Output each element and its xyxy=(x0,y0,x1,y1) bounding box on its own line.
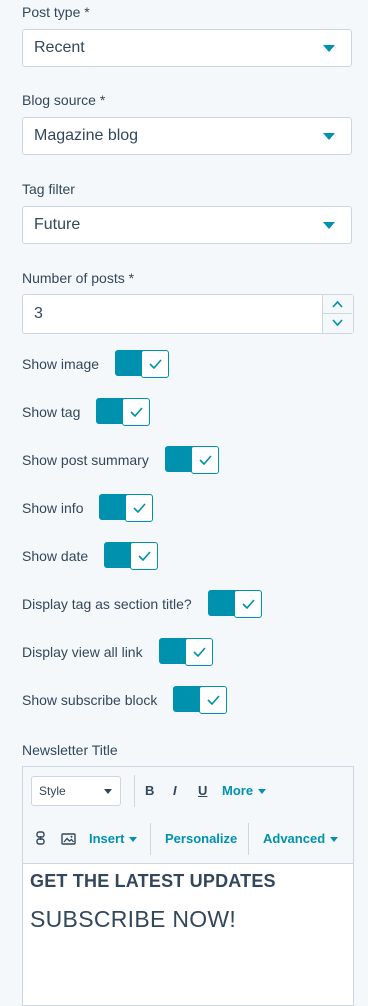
checkmark-icon xyxy=(242,599,255,609)
show-info-label: Show info xyxy=(22,500,84,516)
chevron-down-icon xyxy=(332,319,343,327)
advanced-label: Advanced xyxy=(263,831,326,846)
toggle-knob xyxy=(125,494,154,522)
underline-button[interactable]: U xyxy=(198,783,207,798)
rich-text-editor: Style B I U More Insert Personalize Adva… xyxy=(22,766,354,1006)
checkmark-icon xyxy=(207,695,221,705)
toggle-row-show-post-summary: Show post summary xyxy=(22,446,219,474)
bold-button[interactable]: B xyxy=(145,783,154,798)
more-menu[interactable]: More xyxy=(222,783,267,798)
toggle-row-show-info: Show info xyxy=(22,494,154,522)
show-subscribe-block-toggle[interactable] xyxy=(173,686,228,714)
insert-label: Insert xyxy=(89,831,125,846)
tag-filter-select[interactable]: Future xyxy=(22,206,352,244)
chevron-down-icon xyxy=(323,133,335,140)
decrement-button[interactable] xyxy=(323,314,352,333)
post-type-select[interactable]: Recent xyxy=(22,29,352,67)
checkmark-icon xyxy=(199,455,212,465)
toggle-row-show-date: Show date xyxy=(22,542,159,570)
advanced-menu[interactable]: Advanced xyxy=(263,831,339,846)
more-label: More xyxy=(222,783,254,798)
style-select-value: Style xyxy=(39,784,66,798)
checkmark-icon xyxy=(130,407,143,417)
toggle-knob xyxy=(199,686,228,714)
show-subscribe-block-label: Show subscribe block xyxy=(22,692,158,708)
toggle-row-display-tag-as-section-title: Display tag as section title? xyxy=(22,590,262,618)
personalize-button[interactable]: Personalize xyxy=(165,831,237,846)
post-type-label: Post type * xyxy=(22,4,90,20)
chevron-down-icon xyxy=(129,837,138,843)
number-of-posts-input[interactable]: 3 xyxy=(22,294,354,334)
show-date-toggle[interactable] xyxy=(104,542,159,570)
link-icon[interactable] xyxy=(36,831,45,850)
toggle-row-show-tag: Show tag xyxy=(22,398,151,426)
increment-button[interactable] xyxy=(323,295,352,314)
italic-button[interactable]: I xyxy=(173,783,177,798)
insert-menu[interactable]: Insert xyxy=(89,831,138,846)
blog-source-value: Magazine blog xyxy=(34,127,139,144)
tag-filter-value: Future xyxy=(34,216,81,233)
toggle-knob xyxy=(122,398,151,426)
tag-filter-label: Tag filter xyxy=(22,181,75,197)
blog-source-label: Blog source * xyxy=(22,92,106,108)
show-image-label: Show image xyxy=(22,356,100,372)
chevron-up-icon xyxy=(332,300,343,308)
chevron-down-icon xyxy=(330,837,339,843)
toggle-row-display-view-all-link: Display view all link xyxy=(22,638,213,666)
blog-source-select[interactable]: Magazine blog xyxy=(22,117,352,155)
toggle-row-show-subscribe-block: Show subscribe block xyxy=(22,686,228,714)
chevron-down-icon xyxy=(323,222,335,229)
newsletter-heading: GET THE LATEST UPDATES xyxy=(30,871,276,891)
editor-content[interactable]: GET THE LATEST UPDATES SUBSCRIBE NOW! xyxy=(30,871,348,933)
checkmark-icon xyxy=(149,359,162,369)
toggle-row-show-image: Show image xyxy=(22,350,170,378)
show-date-label: Show date xyxy=(22,548,89,564)
show-image-toggle[interactable] xyxy=(115,350,170,378)
chevron-down-icon xyxy=(258,789,267,795)
show-info-toggle[interactable] xyxy=(99,494,154,522)
display-tag-as-section-title-toggle[interactable] xyxy=(207,590,262,618)
image-icon[interactable] xyxy=(61,832,76,850)
number-of-posts-value: 3 xyxy=(34,305,43,322)
show-post-summary-toggle[interactable] xyxy=(164,446,219,474)
checkmark-icon xyxy=(193,647,206,657)
toggle-knob xyxy=(141,350,170,378)
toggle-knob xyxy=(184,638,213,666)
toggle-knob xyxy=(233,590,262,618)
editor-toolbar: Style B I U More Insert Personalize Adva… xyxy=(23,767,353,864)
post-type-value: Recent xyxy=(34,39,85,56)
toolbar-divider xyxy=(150,823,151,855)
show-post-summary-label: Show post summary xyxy=(22,452,149,468)
show-tag-label: Show tag xyxy=(22,404,81,420)
newsletter-subheading: SUBSCRIBE NOW! xyxy=(30,906,237,932)
display-tag-as-section-title-label: Display tag as section title? xyxy=(22,596,192,612)
chevron-down-icon xyxy=(104,789,112,794)
toolbar-divider xyxy=(134,775,135,807)
number-of-posts-label: Number of posts * xyxy=(22,270,135,286)
toggle-knob xyxy=(190,446,219,474)
checkmark-icon xyxy=(133,503,147,513)
display-view-all-link-toggle[interactable] xyxy=(158,638,213,666)
toolbar-divider xyxy=(248,823,249,855)
display-view-all-link-label: Display view all link xyxy=(22,644,143,660)
show-tag-toggle[interactable] xyxy=(96,398,151,426)
quantity-stepper xyxy=(322,295,353,333)
toggle-knob xyxy=(130,542,159,570)
newsletter-title-label: Newsletter Title xyxy=(22,742,118,758)
checkmark-icon xyxy=(138,551,151,561)
style-select[interactable]: Style xyxy=(31,776,121,806)
chevron-down-icon xyxy=(323,45,335,52)
